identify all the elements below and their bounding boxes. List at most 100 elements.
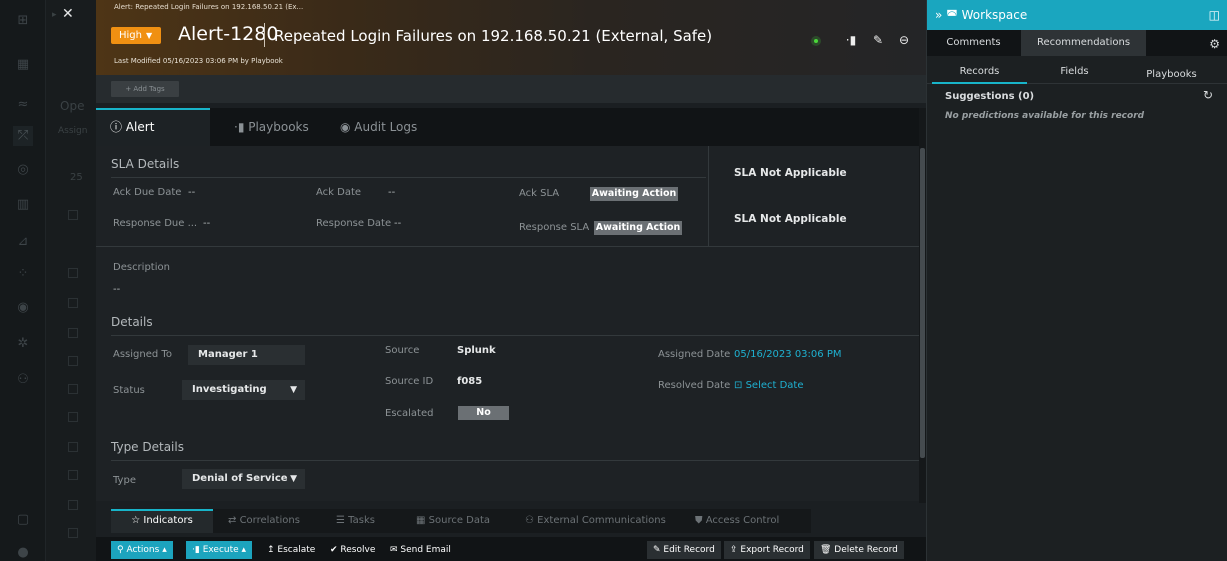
divider (111, 460, 919, 461)
tab-label: Indicators (143, 515, 193, 526)
tab-recommendations[interactable]: Recommendations (1021, 30, 1146, 56)
row-checkbox[interactable] (68, 528, 78, 538)
scrollbar[interactable] (919, 108, 926, 503)
chevron-down-icon: ▼ (290, 474, 297, 484)
sidebar-toggle-icon[interactable]: ◫ (1209, 8, 1220, 22)
row-checkbox[interactable] (68, 210, 78, 220)
button-label: Resolve (340, 545, 376, 555)
reports-icon[interactable]: ⊿ (13, 232, 33, 252)
row-checkbox[interactable] (68, 356, 78, 366)
tab-source-data[interactable]: ▦ Source Data (416, 509, 490, 533)
row-checkbox[interactable] (68, 298, 78, 308)
tab-external-communications[interactable]: ⚇ External Communications (525, 509, 666, 533)
refresh-icon[interactable]: ↻ (1203, 88, 1213, 102)
row-checkbox[interactable] (68, 384, 78, 394)
link-icon[interactable]: ⊖ (894, 30, 914, 50)
ack-date-value: -- (388, 187, 396, 198)
description-value[interactable]: -- (113, 284, 120, 295)
workspace-tabs: Comments Recommendations ⚙ (927, 30, 1227, 56)
row-checkbox[interactable] (68, 500, 78, 510)
export-record-button[interactable]: ⇪ Export Record (724, 541, 810, 559)
tab-access-control[interactable]: ⛊ Access Control (695, 509, 779, 533)
button-label: Export Record (740, 545, 804, 555)
playbook-icon: ⋅▮ (234, 120, 249, 134)
button-label: Edit Record (663, 545, 715, 555)
tab-audit-logs[interactable]: ◉ Audit Logs (326, 108, 431, 146)
ack-date-label: Ack Date (316, 187, 362, 198)
collapse-icon[interactable]: » (935, 8, 946, 22)
tab-label: Access Control (705, 515, 780, 526)
alert-modal: Alert: Repeated Login Failures on 192.16… (96, 0, 926, 561)
send-email-button[interactable]: ✉ Send Email (384, 541, 457, 559)
playbook-icon[interactable]: ⋅▮ (841, 30, 861, 50)
resolved-date-picker[interactable]: ⊡ Select Date (734, 380, 804, 391)
tab-alert-details[interactable]: ⓘ Alert Details (96, 108, 210, 168)
escalated-badge: No (458, 406, 509, 420)
automation-icon[interactable]: ◉ (13, 298, 33, 318)
type-dropdown[interactable]: Denial of Service ▼ (182, 469, 305, 489)
apps-icon[interactable]: ⁘ (13, 264, 33, 284)
delete-record-button[interactable]: 🗑 Delete Record (814, 541, 904, 559)
source-id-value: f085 (457, 376, 483, 387)
severity-dropdown[interactable]: High ▼ (111, 27, 161, 44)
tab-comments[interactable]: Comments (927, 30, 1020, 56)
divider (264, 23, 265, 47)
recommendation-subtabs: Records Fields Playbooks (927, 60, 1227, 84)
row-checkbox[interactable] (68, 268, 78, 278)
subtab-playbooks[interactable]: Playbooks (1124, 63, 1219, 87)
subtab-fields[interactable]: Fields (1027, 60, 1122, 84)
suggestions-count: Suggestions (0) (945, 91, 1035, 102)
trash-icon[interactable]: ▢ (13, 510, 33, 530)
detail-tabs: ⓘ Alert Details ⋅▮ Playbooks ◉ Audit Log… (96, 108, 919, 168)
grid-icon: ▦ (416, 515, 429, 526)
add-tags-button[interactable]: + Add Tags (111, 81, 179, 97)
tab-indicators[interactable]: ☆ Indicators (111, 509, 213, 533)
button-label: Send Email (400, 545, 451, 555)
tab-label: Audit Logs (354, 120, 418, 134)
execute-button[interactable]: ⋅▮ Execute ▴ (186, 541, 253, 559)
assigned-date-value[interactable]: 05/16/2023 03:06 PM (734, 349, 841, 360)
users-icon[interactable]: ⚇ (13, 370, 33, 390)
resolve-button[interactable]: ✔ Resolve (324, 541, 381, 559)
subtab-records[interactable]: Records (932, 60, 1027, 84)
gear-icon[interactable]: ⚙ (1209, 37, 1220, 51)
response-date-label: Response Date (316, 218, 392, 229)
tab-playbooks[interactable]: ⋅▮ Playbooks (220, 108, 323, 146)
scroll-thumb[interactable] (920, 148, 925, 458)
button-label: Escalate (277, 545, 316, 555)
row-checkbox[interactable] (68, 328, 78, 338)
modules-icon[interactable]: ▥ (13, 195, 33, 215)
empty-message: No predictions available for this record (945, 111, 1145, 121)
escalate-icon: ↥ (267, 545, 278, 555)
analytics-icon[interactable]: ≈ (13, 95, 33, 115)
type-label: Type (113, 475, 136, 486)
settings-icon[interactable]: ✲ (13, 334, 33, 354)
row-checkbox[interactable] (68, 442, 78, 452)
close-icon[interactable]: ✕ (62, 6, 74, 22)
status-dropdown[interactable]: Investigating ▼ (182, 380, 305, 400)
edit-icon[interactable]: ✎ (868, 30, 888, 50)
tab-correlations[interactable]: ⇄ Correlations (228, 509, 300, 533)
ack-due-label: Ack Due Date (113, 187, 182, 198)
app-logo-icon[interactable]: ⊞ (13, 11, 33, 31)
tab-tasks[interactable]: ☰ Tasks (336, 509, 375, 533)
playbook-icon: ⋅▮ (192, 545, 203, 555)
assigned-to-value: Manager 1 (198, 349, 258, 360)
dashboard-icon[interactable]: ▦ (13, 55, 33, 75)
row-checkbox[interactable] (68, 412, 78, 422)
incidents-icon[interactable]: ⤱ (13, 126, 33, 146)
compass-icon[interactable]: ◎ (13, 160, 33, 180)
workspace-title[interactable]: » ◚ Workspace (935, 8, 1027, 22)
divider (111, 335, 919, 336)
escalate-button[interactable]: ↥ Escalate (261, 541, 321, 559)
record-tabs: ☆ Indicators ⇄ Correlations ☰ Tasks ▦ So… (111, 509, 811, 533)
chevron-down-icon: ▼ (145, 31, 153, 40)
divider (708, 146, 709, 246)
edit-record-button[interactable]: ✎ Edit Record (647, 541, 721, 559)
row-checkbox[interactable] (68, 470, 78, 480)
user-avatar-icon[interactable]: ● (13, 543, 33, 561)
actions-button[interactable]: ⚲ Actions ▴ (111, 541, 173, 559)
page-title[interactable]: Repeated Login Failures on 192.168.50.21… (274, 27, 712, 45)
assigned-to-field[interactable]: Manager 1 (188, 345, 305, 365)
ack-sla-label: Ack SLA (519, 188, 560, 199)
